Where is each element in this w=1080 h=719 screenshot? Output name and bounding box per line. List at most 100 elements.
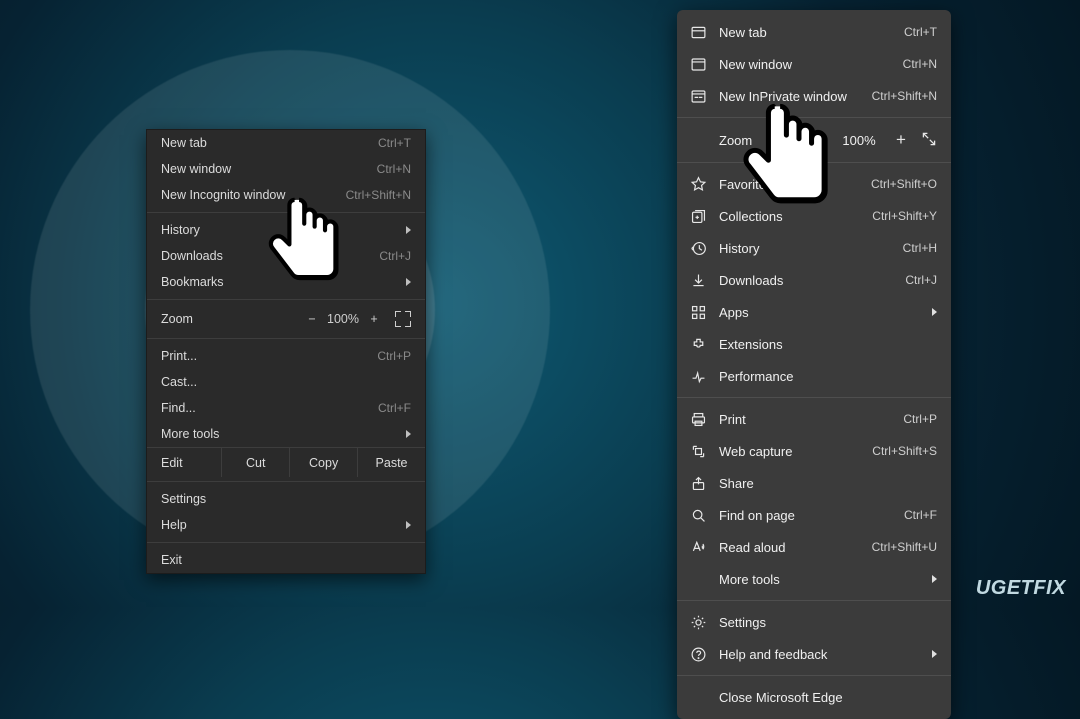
shortcut: Ctrl+F [904, 508, 937, 522]
shortcut: Ctrl+Shift+U [872, 540, 937, 554]
separator [147, 542, 425, 543]
shortcut: Ctrl+F [378, 401, 411, 415]
gear-icon [689, 613, 707, 631]
label: Bookmarks [161, 275, 398, 289]
shortcut: Ctrl+N [377, 162, 411, 176]
menu-item-new-window[interactable]: New window Ctrl+N [147, 156, 425, 182]
menu-item-find[interactable]: Find... Ctrl+F [147, 395, 425, 421]
label: Collections [719, 209, 860, 224]
separator [147, 299, 425, 300]
label: Zoom [719, 133, 797, 148]
label: New Incognito window [161, 188, 346, 202]
edit-cut[interactable]: Cut [222, 448, 290, 477]
menu-item-performance[interactable]: Performance [677, 360, 951, 392]
menu-item-help[interactable]: Help and feedback [677, 638, 951, 670]
chevron-right-icon [406, 430, 411, 438]
label: Exit [161, 553, 411, 567]
menu-item-new-tab[interactable]: New tab Ctrl+T [147, 130, 425, 156]
menu-item-print[interactable]: Print Ctrl+P [677, 403, 951, 435]
chevron-right-icon [406, 278, 411, 286]
menu-item-new-inprivate[interactable]: New InPrivate window Ctrl+Shift+N [677, 80, 951, 112]
zoom-out-button[interactable]: − [807, 130, 827, 150]
menu-item-find[interactable]: Find on page Ctrl+F [677, 499, 951, 531]
menu-item-more-tools[interactable]: More tools [147, 421, 425, 447]
chrome-context-menu: New tab Ctrl+T New window Ctrl+N New Inc… [146, 129, 426, 574]
shortcut: Ctrl+J [379, 249, 411, 263]
menu-item-read-aloud[interactable]: Read aloud Ctrl+Shift+U [677, 531, 951, 563]
menu-item-close-edge[interactable]: Close Microsoft Edge [677, 681, 951, 713]
watermark: UGETFIX [976, 577, 1066, 600]
extensions-icon [689, 335, 707, 353]
chevron-right-icon [932, 308, 937, 316]
menu-item-cast[interactable]: Cast... [147, 369, 425, 395]
share-icon [689, 474, 707, 492]
menu-item-more-tools[interactable]: More tools [677, 563, 951, 595]
separator [147, 212, 425, 213]
separator [147, 481, 425, 482]
menu-item-favorites[interactable]: Favorites Ctrl+Shift+O [677, 168, 951, 200]
zoom-value: 100% [323, 312, 363, 326]
star-icon [689, 175, 707, 193]
menu-item-history[interactable]: History Ctrl+H [677, 232, 951, 264]
label: More tools [161, 427, 398, 441]
history-icon [689, 239, 707, 257]
apps-icon [689, 303, 707, 321]
menu-item-new-incognito[interactable]: New Incognito window Ctrl+Shift+N [147, 182, 425, 208]
separator [677, 600, 951, 601]
menu-item-exit[interactable]: Exit [147, 547, 425, 573]
menu-item-settings[interactable]: Settings [147, 486, 425, 512]
menu-item-downloads[interactable]: Downloads Ctrl+J [677, 264, 951, 296]
menu-item-history[interactable]: History [147, 217, 425, 243]
menu-item-help[interactable]: Help [147, 512, 425, 538]
collections-icon [689, 207, 707, 225]
fullscreen-icon[interactable] [395, 311, 411, 327]
help-icon [689, 645, 707, 663]
label: Apps [719, 305, 920, 320]
zoom-in-button[interactable]: + [891, 130, 911, 150]
menu-item-extensions[interactable]: Extensions [677, 328, 951, 360]
zoom-in-button[interactable]: + [363, 312, 385, 326]
menu-item-downloads[interactable]: Downloads Ctrl+J [147, 243, 425, 269]
label: Performance [719, 369, 937, 384]
menu-item-settings[interactable]: Settings [677, 606, 951, 638]
label: Print... [161, 349, 377, 363]
label: Find on page [719, 508, 892, 523]
zoom-value: 100% [837, 133, 881, 148]
menu-item-apps[interactable]: Apps [677, 296, 951, 328]
label: New tab [719, 25, 892, 40]
print-icon [689, 410, 707, 428]
fullscreen-icon[interactable] [921, 131, 937, 150]
inprivate-icon [689, 87, 707, 105]
separator [677, 117, 951, 118]
edit-copy[interactable]: Copy [290, 448, 358, 477]
shortcut: Ctrl+T [378, 136, 411, 150]
menu-item-zoom: Zoom − 100% + [677, 123, 951, 157]
shortcut: Ctrl+Shift+N [346, 188, 411, 202]
menu-item-share[interactable]: Share [677, 467, 951, 499]
separator [677, 397, 951, 398]
label: Help and feedback [719, 647, 920, 662]
menu-item-new-tab[interactable]: New tab Ctrl+T [677, 16, 951, 48]
shortcut: Ctrl+P [903, 412, 937, 426]
shortcut: Ctrl+Shift+Y [872, 209, 937, 223]
edit-paste[interactable]: Paste [358, 448, 425, 477]
menu-item-new-window[interactable]: New window Ctrl+N [677, 48, 951, 80]
new-tab-icon [689, 23, 707, 41]
menu-edit-row: Edit Cut Copy Paste [147, 447, 425, 477]
shortcut: Ctrl+T [904, 25, 937, 39]
edit-label: Edit [147, 448, 222, 477]
label: Print [719, 412, 891, 427]
label: Favorites [719, 177, 859, 192]
label: Help [161, 518, 398, 532]
label: Close Microsoft Edge [719, 690, 937, 705]
label: New window [719, 57, 891, 72]
separator [677, 162, 951, 163]
menu-item-collections[interactable]: Collections Ctrl+Shift+Y [677, 200, 951, 232]
menu-item-zoom: Zoom − 100% + [147, 304, 425, 334]
menu-item-print[interactable]: Print... Ctrl+P [147, 343, 425, 369]
menu-item-bookmarks[interactable]: Bookmarks [147, 269, 425, 295]
zoom-out-button[interactable]: − [301, 312, 323, 326]
menu-item-web-capture[interactable]: Web capture Ctrl+Shift+S [677, 435, 951, 467]
label: Downloads [161, 249, 379, 263]
read-aloud-icon [689, 538, 707, 556]
